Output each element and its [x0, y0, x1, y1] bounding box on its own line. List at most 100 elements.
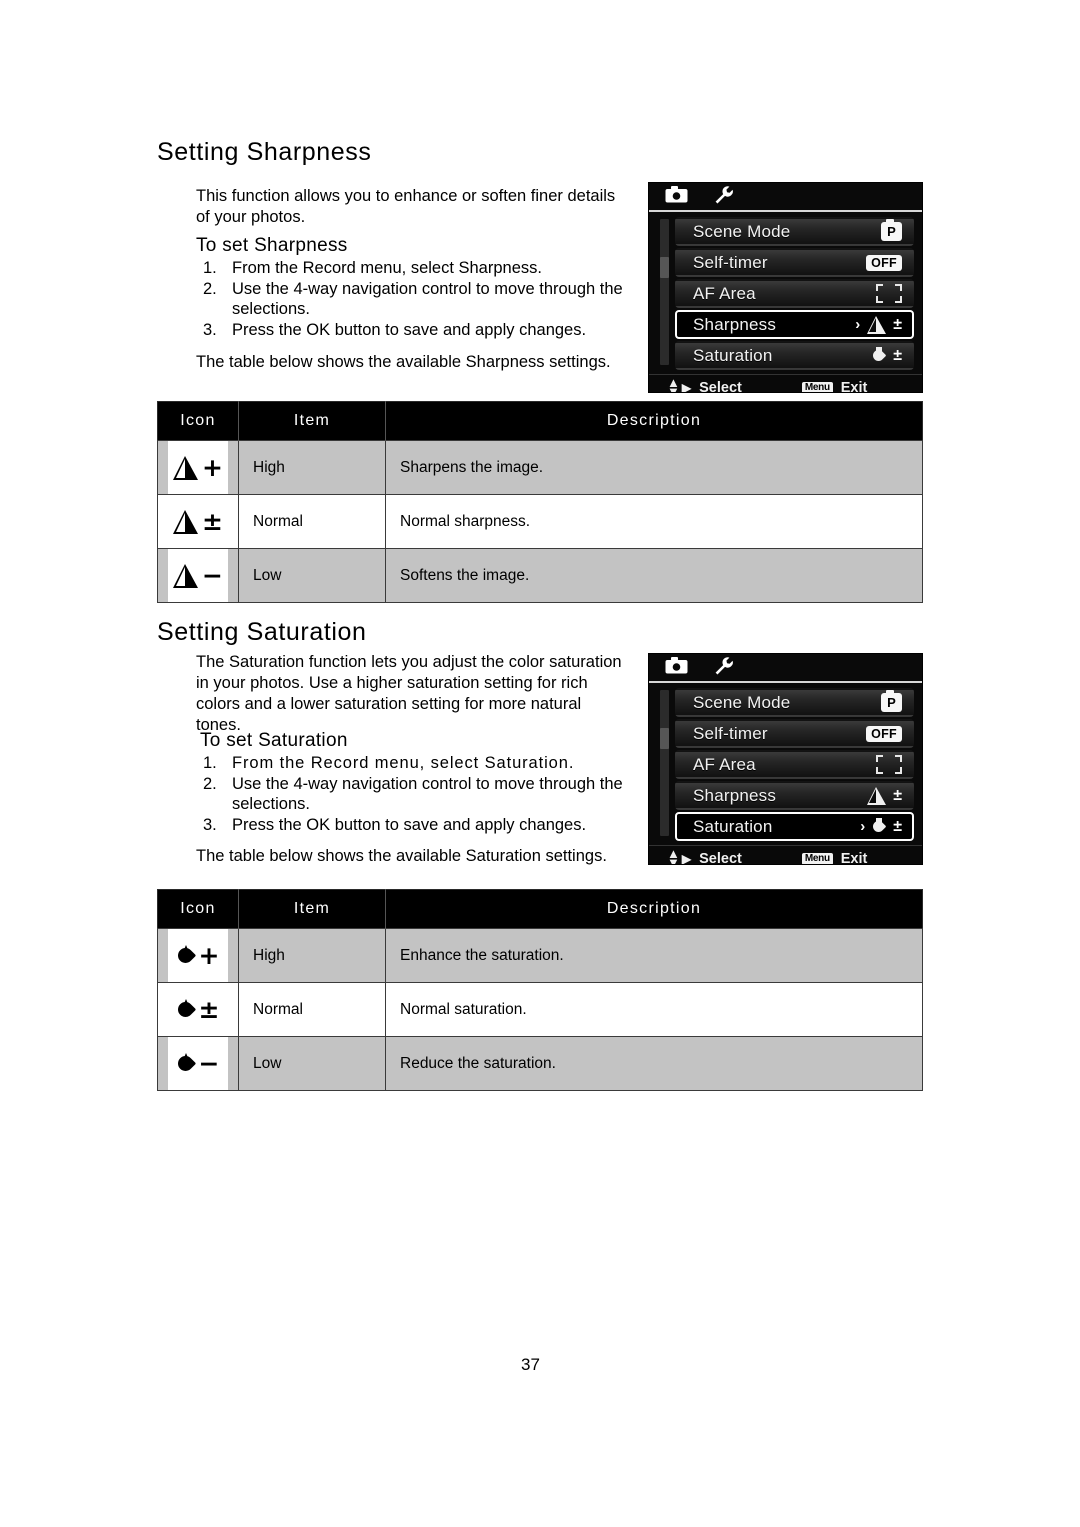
item-description: Normal saturation. [385, 982, 923, 1037]
self-timer-off-icon: OFF [866, 254, 902, 271]
list-item: 2. Use the 4-way navigation control to m… [203, 279, 643, 320]
item-description: Sharpens the image. [385, 440, 923, 495]
manual-page: Setting Sharpness This function allows y… [0, 0, 1080, 1527]
menu-item-saturation[interactable]: Saturation › ± [675, 812, 914, 841]
sharpness-table-intro: The table below shows the available Shar… [196, 353, 611, 371]
step-text: Press the OK button to save and apply ch… [232, 815, 587, 834]
column-header-icon: Icon [157, 889, 239, 929]
menu-item-label: Sharpness [693, 785, 777, 805]
chevron-right-icon: › [860, 818, 866, 835]
menu-item-self-timer[interactable]: Self-timer OFF [675, 248, 914, 277]
lcd-menu-list: Scene Mode P Self-timer OFF AF Area Shar… [675, 688, 914, 841]
step-number: 1. [203, 259, 217, 277]
saturation-value: ± [893, 817, 902, 835]
sharpness-triangle-icon [173, 455, 199, 480]
saturation-symbol: + [198, 941, 220, 970]
record-camera-tab-icon[interactable] [665, 185, 688, 208]
lcd-footer-bar: ▲ ▼ ▶ Select Menu Exit [649, 374, 922, 393]
menu-item-scene-mode[interactable]: Scene Mode P [675, 217, 914, 246]
lcd-footer-bar: ▲ ▼ ▶ Select Menu Exit [649, 845, 922, 865]
section-heading-sharpness: Setting Sharpness [157, 138, 372, 166]
menu-item-value: › ± [846, 818, 902, 835]
saturation-low-icon-cell: − [157, 1036, 239, 1091]
item-name: Normal [238, 494, 386, 549]
item-description: Normal sharpness. [385, 494, 923, 549]
sharpness-triangle-icon [173, 509, 199, 534]
sharpness-value: ± [893, 786, 902, 804]
menu-item-af-area[interactable]: AF Area [675, 279, 914, 308]
setup-wrench-tab-icon[interactable] [714, 656, 734, 680]
menu-item-af-area[interactable]: AF Area [675, 750, 914, 779]
lcd-tab-bar [649, 183, 922, 212]
sharpness-normal-icon: ± [168, 495, 228, 548]
up-down-arrow-icon: ▲ ▼ ▶ [667, 375, 692, 393]
menu-scrollbar[interactable] [657, 217, 671, 370]
item-name: High [238, 440, 386, 495]
menu-item-label: AF Area [693, 283, 756, 303]
list-item: 3. Press the OK button to save and apply… [203, 815, 643, 836]
menu-button-badge[interactable]: Menu [801, 852, 833, 864]
exit-label: Exit [840, 379, 868, 393]
self-timer-off-icon: OFF [866, 725, 902, 742]
sharpness-symbol: ± [202, 507, 223, 536]
scrollbar-thumb[interactable] [659, 728, 669, 749]
sharpness-high-icon-cell: + [157, 440, 239, 495]
menu-item-label: Sharpness [693, 314, 777, 334]
menu-item-label: Scene Mode [693, 221, 791, 241]
scrollbar-track[interactable] [659, 219, 669, 365]
list-item: 1. From the Record menu, select Sharpnes… [203, 258, 643, 279]
table-row: − Low Reduce the saturation. [157, 1036, 923, 1091]
saturation-low-icon: − [168, 1037, 228, 1090]
select-label: Select [699, 379, 742, 393]
setup-wrench-tab-icon[interactable] [714, 185, 734, 209]
scrollbar-track[interactable] [659, 690, 669, 836]
step-number: 2. [203, 774, 217, 793]
sharpness-low-icon: − [168, 549, 228, 602]
table-header-row: Icon Item Description [157, 401, 923, 441]
item-name: High [238, 928, 386, 983]
saturation-normal-icon: ± [168, 983, 228, 1036]
item-description: Reduce the saturation. [385, 1036, 923, 1091]
lcd-menu-body: Scene Mode P Self-timer OFF AF Area Shar… [649, 212, 922, 374]
menu-button-badge[interactable]: Menu [801, 381, 833, 392]
menu-item-sharpness[interactable]: Sharpness ± [675, 781, 914, 810]
menu-item-saturation[interactable]: Saturation ± [675, 341, 914, 370]
record-camera-tab-icon[interactable] [665, 656, 688, 679]
step-text: Use the 4-way navigation control to move… [232, 279, 623, 319]
saturation-intro-paragraph: The Saturation function lets you adjust … [196, 653, 622, 734]
menu-item-self-timer[interactable]: Self-timer OFF [675, 719, 914, 748]
menu-item-label: Saturation [693, 345, 773, 365]
sharpness-normal-icon-cell: ± [157, 494, 239, 549]
lcd-tab-bar [649, 654, 922, 683]
saturation-steps-list: 1. From the Record menu, select Saturati… [203, 753, 643, 835]
menu-item-value [846, 755, 902, 774]
saturation-droplet-icon [174, 998, 196, 1021]
step-number: 2. [203, 279, 217, 298]
menu-item-value: › ± [846, 315, 902, 334]
table-header-row: Icon Item Description [157, 889, 923, 929]
table-row: ± Normal Normal saturation. [157, 982, 923, 1037]
exit-label: Exit [840, 850, 868, 865]
step-number: 3. [203, 815, 217, 834]
up-down-arrow-icon: ▲ ▼ ▶ [667, 846, 692, 865]
menu-scrollbar[interactable] [657, 688, 671, 841]
step-text: Press the OK button to save and apply ch… [232, 320, 587, 339]
camera-lcd-menu-saturation: Scene Mode P Self-timer OFF AF Area Shar… [648, 653, 923, 865]
table-row: ± Normal Normal sharpness. [157, 494, 923, 549]
scrollbar-thumb[interactable] [659, 257, 669, 278]
step-number: 1. [203, 754, 217, 772]
camera-lcd-menu-sharpness: Scene Mode P Self-timer OFF AF Area Shar… [648, 182, 923, 393]
menu-item-sharpness[interactable]: Sharpness › ± [675, 310, 914, 339]
step-text: Use the 4-way navigation control to move… [232, 774, 623, 814]
item-description: Enhance the saturation. [385, 928, 923, 983]
saturation-table-intro: The table below shows the available Satu… [196, 847, 607, 865]
lcd-menu-body: Scene Mode P Self-timer OFF AF Area Shar… [649, 683, 922, 845]
column-header-icon: Icon [157, 401, 239, 441]
menu-item-scene-mode[interactable]: Scene Mode P [675, 688, 914, 717]
item-name: Low [238, 1036, 386, 1091]
menu-item-value: ± [846, 786, 902, 805]
saturation-value: ± [893, 346, 902, 364]
af-frame-icon [876, 755, 902, 774]
sharpness-symbol: − [202, 561, 223, 590]
item-name: Low [238, 548, 386, 603]
